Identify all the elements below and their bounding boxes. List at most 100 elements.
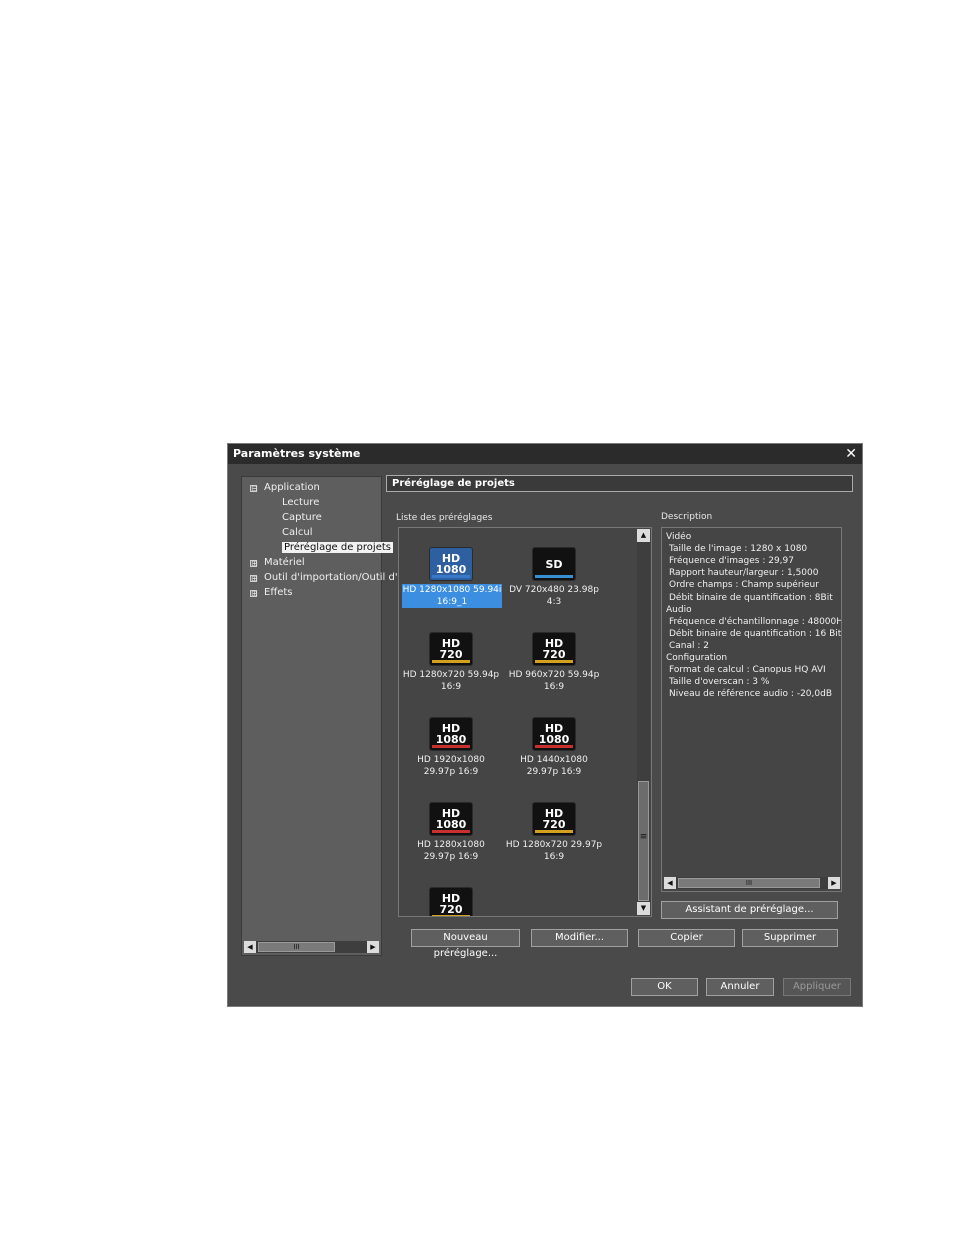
scroll-thumb[interactable]: III — [678, 878, 820, 888]
description-horizontal-scrollbar[interactable]: ◀ III ▶ — [664, 877, 840, 889]
badge-stripe — [535, 660, 573, 663]
preset-item[interactable]: HD 720 — [400, 884, 502, 916]
preset-label-line: 29.97p 16:9 — [526, 767, 582, 777]
description-line: Canal : 2 — [669, 640, 709, 651]
preset-label-line: 29.97p 16:9 — [423, 767, 479, 777]
expand-icon[interactable]: ⊞ — [250, 590, 258, 598]
expand-icon[interactable]: ⊞ — [250, 575, 258, 583]
tree-item-label: Effets — [264, 587, 293, 598]
copy-button[interactable]: Copier — [638, 929, 735, 947]
scroll-left-icon[interactable]: ◀ — [664, 877, 676, 889]
scroll-thumb[interactable]: ≡ — [638, 781, 649, 901]
badge-resolution-text: 720 — [542, 818, 566, 831]
preset-item[interactable]: HD 1080 HD 1280x1080 29.97p 16:9 — [400, 799, 502, 869]
description-line: Configuration — [666, 653, 728, 663]
tree-item[interactable]: ⊟ Application — [250, 481, 320, 495]
description-label: Description — [661, 512, 713, 522]
scroll-thumb[interactable]: III — [258, 942, 335, 952]
preset-item[interactable]: HD 720 HD 960x720 59.94p 16:9 — [503, 629, 605, 699]
scroll-right-icon[interactable]: ▶ — [367, 941, 379, 953]
description-line: Ordre champs : Champ supérieur — [669, 580, 819, 591]
badge-format-text: SD — [545, 558, 563, 571]
description-box: Vidéo Taille de l'image : 1280 x 1080 Fréq… — [661, 527, 842, 892]
preset-label-line: 4:3 — [546, 597, 562, 607]
tree-item[interactable]: ⊞ Effets — [250, 586, 293, 600]
preset-format-icon: HD 720 — [429, 887, 473, 916]
preset-label: HD 1280x1080 29.97p 16:9 — [400, 839, 502, 863]
preset-label-line: 16:9 — [543, 682, 565, 692]
preset-format-icon: HD 1080 — [429, 717, 473, 751]
preset-label: HD 1440x1080 29.97p 16:9 — [503, 754, 605, 778]
preset-list-vertical-scrollbar[interactable]: ▲ ≡ ▼ — [637, 529, 650, 915]
settings-tree: ⊟ Application Lecture Capture Calcul Prérégla… — [241, 476, 398, 956]
badge-stripe — [432, 660, 470, 663]
tree-item-label: Préréglage de projets — [282, 542, 393, 553]
badge-stripe — [535, 575, 573, 578]
preset-label-line: 29.97p 16:9 — [423, 852, 479, 862]
tree-horizontal-scrollbar[interactable]: ◀ III ▶ — [244, 941, 379, 953]
expand-icon[interactable]: ⊞ — [250, 560, 258, 568]
title-bar[interactable]: Paramètres système ✕ — [228, 444, 862, 464]
preset-label-line: HD 1280x720 59.94p — [402, 670, 500, 680]
preset-label: HD 1280x720 59.94p 16:9 — [400, 669, 502, 693]
tree-item[interactable]: Capture — [282, 511, 322, 525]
badge-stripe — [432, 745, 470, 748]
preset-item[interactable]: HD 1080 HD 1920x1080 29.97p 16:9 — [400, 714, 502, 784]
preset-item[interactable]: SD DV 720x480 23.98p 4:3 — [503, 544, 605, 614]
tree-item-label: Capture — [282, 512, 322, 523]
preset-label-line: HD 1280x1080 59.94i — [402, 585, 502, 595]
window-title: Paramètres système — [233, 447, 361, 460]
tree-item[interactable]: ⊞ Outil d'importation/Outil d' — [250, 571, 398, 585]
preset-list-label: Liste des préréglages — [396, 513, 493, 523]
close-icon[interactable]: ✕ — [845, 444, 857, 464]
apply-button[interactable]: Appliquer — [783, 978, 851, 996]
badge-resolution-text: 720 — [439, 903, 463, 916]
preset-item[interactable]: HD 720 HD 1280x720 59.94p 16:9 — [400, 629, 502, 699]
preset-format-icon: HD 720 — [532, 802, 576, 836]
scroll-left-icon[interactable]: ◀ — [244, 941, 256, 953]
preset-format-icon: HD 1080 — [429, 547, 473, 581]
badge-resolution-text: 1080 — [538, 733, 570, 746]
scroll-up-icon[interactable]: ▲ — [637, 529, 650, 542]
tree-item-label: Application — [264, 482, 320, 493]
badge-stripe — [432, 830, 470, 833]
scroll-right-icon[interactable]: ▶ — [828, 877, 840, 889]
preset-list[interactable]: HD 1080 HD 1280x1080 59.94i 16:9_1 SD DV 720x… — [398, 527, 652, 917]
description-line: Vidéo — [666, 532, 692, 542]
description-line: Débit binaire de quantification : 8Bit — [669, 592, 833, 603]
description-line: Taille de l'image : 1280 x 1080 — [669, 544, 808, 555]
preset-label-line: HD 1280x720 29.97p — [505, 840, 603, 850]
tree-item[interactable]: Lecture — [282, 496, 319, 510]
description-line: Niveau de référence audio : -20,0dB — [669, 689, 832, 700]
description-line: Rapport hauteur/largeur : 1,5000 — [669, 568, 819, 579]
tree-item[interactable]: Préréglage de projets — [282, 541, 393, 555]
ok-button[interactable]: OK — [631, 978, 698, 996]
preset-label: HD 1920x1080 29.97p 16:9 — [400, 754, 502, 778]
preset-label-line: 16:9 — [440, 682, 462, 692]
collapse-icon[interactable]: ⊟ — [250, 485, 258, 493]
cancel-button[interactable]: Annuler — [706, 978, 774, 996]
description-line: Taille d'overscan : 3 % — [669, 677, 770, 688]
scroll-down-icon[interactable]: ▼ — [637, 902, 650, 915]
delete-button[interactable]: Supprimer — [742, 929, 838, 947]
preset-label: HD 1280x720 29.97p 16:9 — [503, 839, 605, 863]
tree-item-label: Outil d'importation/Outil d' — [264, 572, 398, 583]
tree-item[interactable]: ⊞ Matériel — [250, 556, 305, 570]
preset-label-line: HD 1920x1080 — [417, 755, 485, 765]
new-preset-button[interactable]: Nouveau préréglage... — [411, 929, 520, 959]
modify-button[interactable]: Modifier... — [531, 929, 628, 947]
tree-item[interactable]: Calcul — [282, 526, 313, 540]
section-title: Préréglage de projets — [386, 475, 853, 492]
preset-label-line: 16:9 — [543, 852, 565, 862]
preset-format-icon: HD 1080 — [532, 717, 576, 751]
preset-item[interactable]: HD 720 HD 1280x720 29.97p 16:9 — [503, 799, 605, 869]
preset-label-line: DV 720x480 23.98p — [509, 585, 599, 595]
preset-format-icon: HD 1080 — [429, 802, 473, 836]
preset-item[interactable]: HD 1080 HD 1280x1080 59.94i 16:9_1 — [400, 544, 502, 614]
badge-stripe — [535, 745, 573, 748]
preset-label-line: HD 1280x1080 — [417, 840, 485, 850]
preset-wizard-button[interactable]: Assistant de préréglage... — [661, 901, 838, 919]
preset-item[interactable]: HD 1080 HD 1440x1080 29.97p 16:9 — [503, 714, 605, 784]
badge-stripe — [432, 915, 470, 916]
preset-label: HD 1280x1080 59.94i 16:9_1 — [402, 584, 502, 608]
